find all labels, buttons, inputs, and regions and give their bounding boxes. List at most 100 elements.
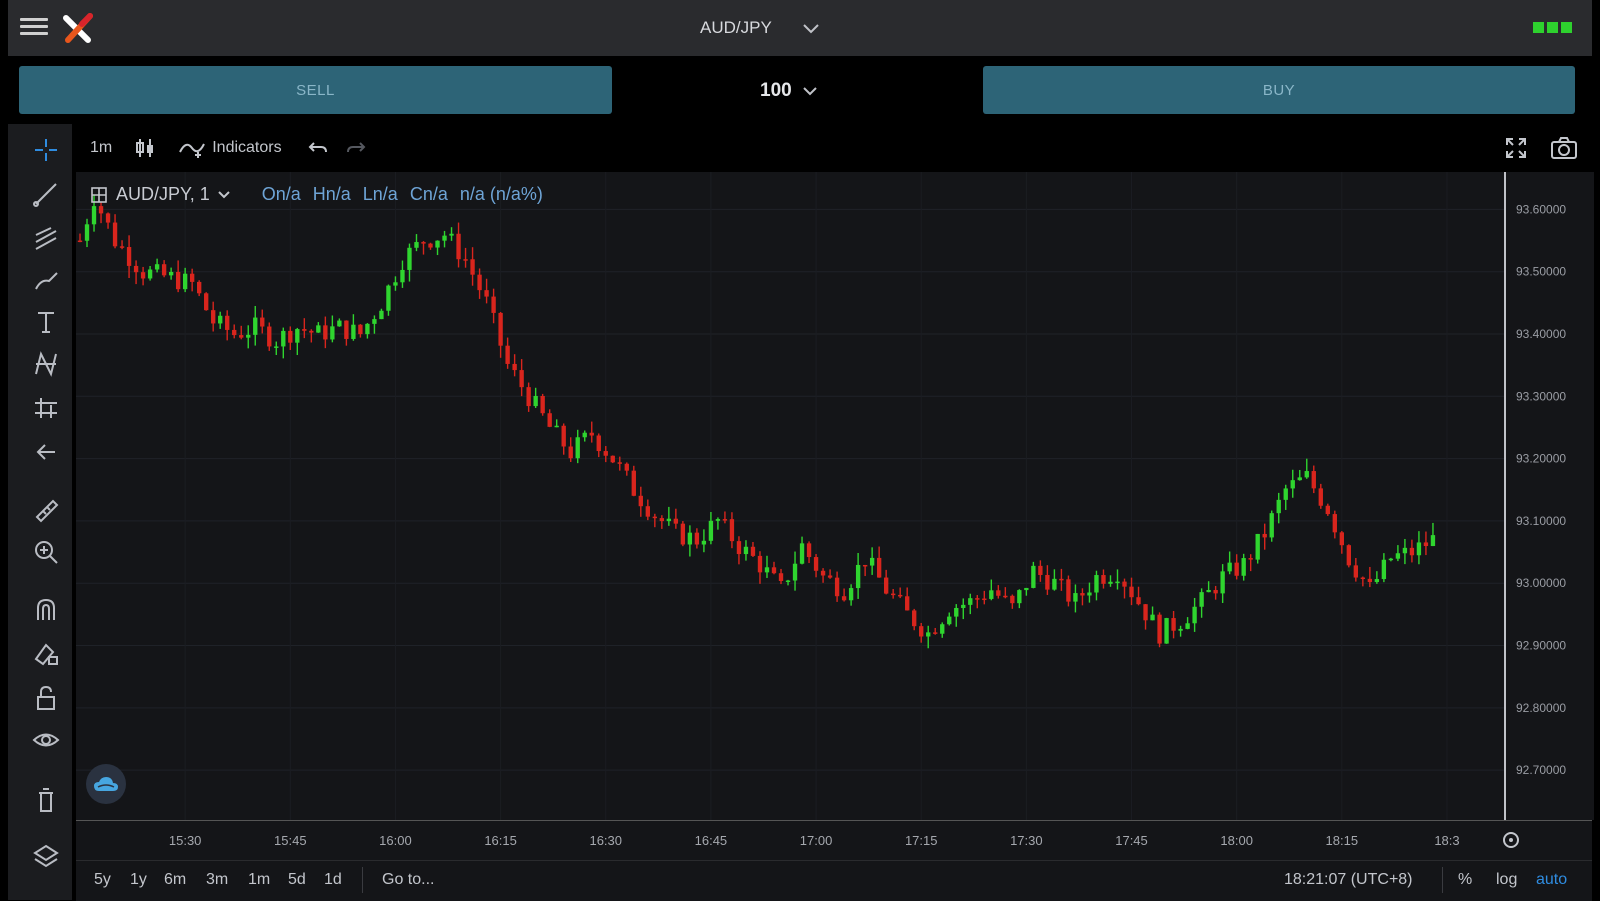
range-1y[interactable]: 1y bbox=[130, 871, 147, 889]
candle bbox=[1136, 597, 1141, 605]
percent-toggle[interactable]: % bbox=[1458, 871, 1472, 889]
log-toggle[interactable]: log bbox=[1496, 871, 1517, 889]
candle bbox=[666, 518, 672, 522]
candle bbox=[365, 323, 370, 335]
y-tick-label: 92.70000 bbox=[1516, 763, 1566, 777]
range-3m[interactable]: 3m bbox=[206, 871, 228, 889]
indicators-button[interactable]: Indicators bbox=[178, 138, 282, 158]
candle bbox=[1052, 578, 1057, 590]
candle bbox=[1206, 589, 1211, 593]
zoom-in-icon[interactable] bbox=[26, 532, 66, 572]
candle bbox=[799, 543, 805, 564]
candle bbox=[589, 432, 594, 436]
projection-icon[interactable] bbox=[26, 388, 66, 428]
candle bbox=[428, 243, 433, 248]
candle bbox=[736, 541, 742, 555]
y-tick-label: 92.90000 bbox=[1516, 639, 1566, 653]
x-tick-label: 16:30 bbox=[589, 833, 622, 848]
candle bbox=[771, 567, 777, 574]
candle bbox=[764, 567, 770, 573]
price-axis[interactable]: 92.70000 92.80000 92.90000 93.00000 93.10000… bbox=[1504, 172, 1594, 820]
candle bbox=[582, 432, 587, 438]
time-axis[interactable]: 15:30 15:45 16:00 16:15 16:30 16:45 17:00 17:15… bbox=[76, 820, 1592, 861]
candle bbox=[393, 282, 398, 286]
range-5y[interactable]: 5y bbox=[94, 871, 111, 889]
candle bbox=[1213, 589, 1218, 594]
candle bbox=[834, 577, 840, 597]
ruler-icon[interactable] bbox=[26, 490, 66, 530]
text-icon[interactable] bbox=[26, 302, 66, 342]
camera-icon[interactable] bbox=[1550, 136, 1578, 160]
interval-selector[interactable]: 1m bbox=[90, 139, 112, 157]
chart-plot-area[interactable] bbox=[76, 172, 1504, 820]
chevron-down-icon[interactable] bbox=[218, 190, 230, 199]
eye-icon[interactable] bbox=[26, 720, 66, 760]
candle bbox=[337, 320, 342, 327]
candle bbox=[1010, 595, 1015, 604]
range-1m[interactable]: 1m bbox=[248, 871, 270, 889]
candle bbox=[295, 329, 300, 343]
candle bbox=[1374, 579, 1380, 583]
candle bbox=[1430, 535, 1436, 547]
magnet-icon[interactable] bbox=[26, 590, 66, 630]
legend-change: n/a (n/a%) bbox=[459, 184, 543, 204]
candlestick-chart[interactable] bbox=[76, 172, 1504, 820]
legend-symbol[interactable]: AUD/JPY, 1 bbox=[116, 184, 210, 205]
candle bbox=[196, 281, 202, 294]
range-5d[interactable]: 5d bbox=[288, 871, 306, 889]
trash-icon[interactable] bbox=[26, 780, 66, 820]
brush-icon[interactable] bbox=[26, 260, 66, 300]
auto-toggle[interactable]: auto bbox=[1536, 871, 1567, 889]
candle bbox=[729, 519, 735, 542]
candle bbox=[890, 593, 896, 596]
chevron-down-icon bbox=[803, 24, 819, 34]
redo-icon[interactable] bbox=[346, 140, 366, 156]
settings-icon[interactable] bbox=[1500, 829, 1524, 853]
y-tick-label: 93.40000 bbox=[1516, 327, 1566, 341]
candle bbox=[968, 598, 973, 605]
candle bbox=[848, 588, 854, 601]
range-1d[interactable]: 1d bbox=[324, 871, 342, 889]
candle bbox=[1283, 488, 1288, 500]
menu-icon[interactable] bbox=[20, 14, 48, 40]
candle bbox=[470, 259, 475, 275]
candle bbox=[442, 235, 447, 241]
quantity-selector[interactable]: 100 bbox=[760, 76, 880, 106]
candle bbox=[133, 265, 139, 273]
candle bbox=[827, 575, 833, 578]
layers-icon[interactable] bbox=[26, 836, 66, 876]
instrument-selector[interactable]: AUD/JPY bbox=[700, 14, 890, 42]
undo-icon[interactable] bbox=[308, 140, 328, 156]
cloud-icon[interactable] bbox=[86, 764, 126, 804]
lock-icon[interactable] bbox=[26, 678, 66, 718]
trend-line-icon[interactable] bbox=[26, 174, 66, 214]
candle bbox=[638, 495, 643, 507]
buy-button[interactable]: BUY bbox=[983, 66, 1575, 114]
draw-lock-icon[interactable] bbox=[26, 634, 66, 674]
candle bbox=[687, 532, 693, 545]
candle bbox=[435, 240, 440, 248]
candle bbox=[610, 455, 615, 463]
candle-type-icon[interactable] bbox=[134, 136, 156, 160]
back-arrow-icon[interactable] bbox=[26, 432, 66, 472]
candle bbox=[372, 319, 377, 324]
candle bbox=[344, 320, 349, 339]
chevron-down-icon bbox=[802, 87, 817, 96]
candle bbox=[1241, 558, 1246, 576]
pattern-icon[interactable] bbox=[26, 344, 66, 384]
range-6m[interactable]: 6m bbox=[164, 871, 186, 889]
crosshair-icon[interactable] bbox=[26, 130, 66, 170]
candle bbox=[659, 518, 665, 522]
candle bbox=[1157, 614, 1162, 644]
table-icon[interactable] bbox=[90, 186, 108, 204]
candle bbox=[1409, 547, 1415, 556]
fullscreen-icon[interactable] bbox=[1504, 136, 1528, 160]
instrument-label: AUD/JPY bbox=[700, 18, 772, 37]
candle bbox=[1255, 533, 1260, 560]
fib-icon[interactable] bbox=[26, 218, 66, 258]
goto-button[interactable]: Go to... bbox=[382, 871, 434, 889]
candle bbox=[456, 233, 461, 260]
candle bbox=[98, 206, 104, 214]
candle bbox=[1395, 553, 1401, 559]
sell-button[interactable]: SELL bbox=[19, 66, 612, 114]
